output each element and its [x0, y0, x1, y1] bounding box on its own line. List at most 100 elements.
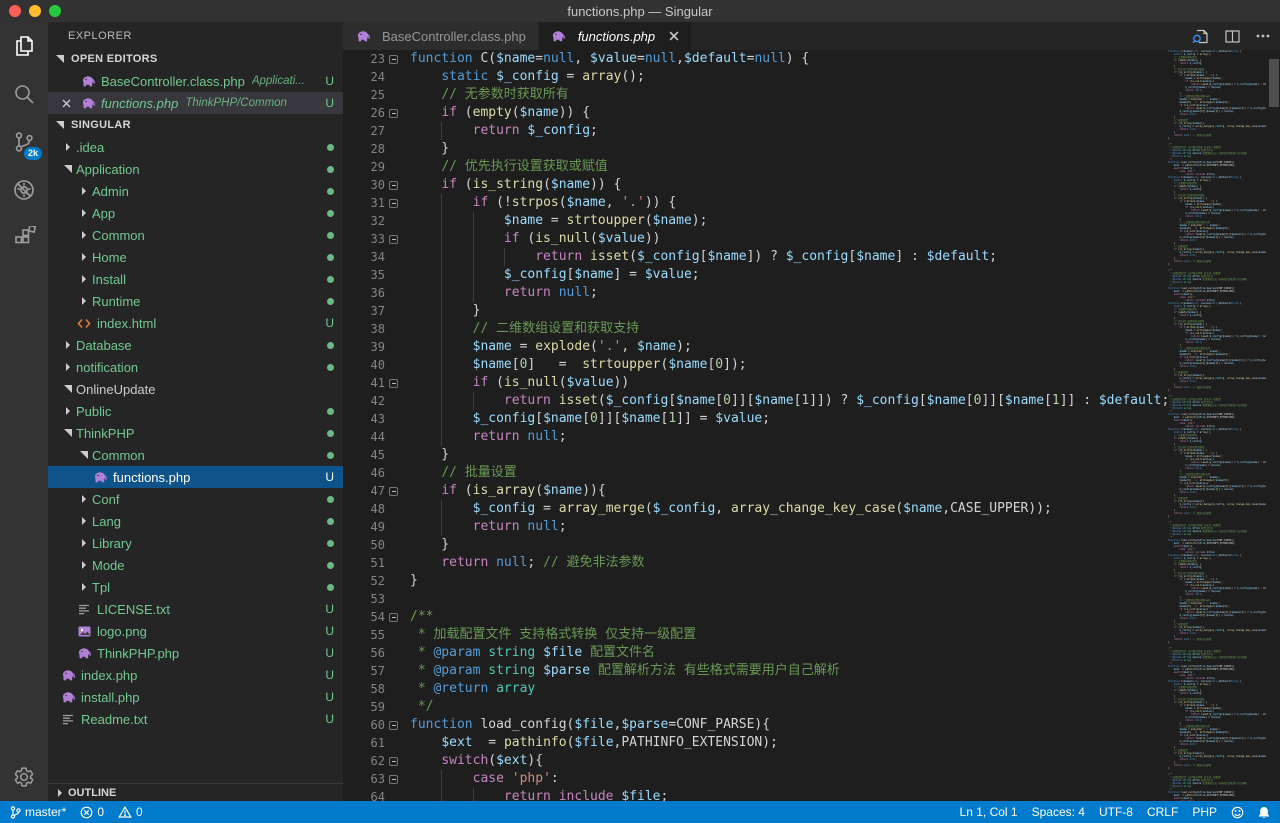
code-line-47[interactable]: 47 if (is_array($name)){: [343, 482, 1168, 500]
code-line-58[interactable]: 58 * @return array: [343, 680, 1168, 698]
tree-folder-database[interactable]: Database: [48, 334, 343, 356]
tree-file-index-php[interactable]: index.phpU: [48, 664, 343, 686]
code-line-55[interactable]: 55 * 加载配置文件 支持格式转换 仅支持一级配置: [343, 626, 1168, 644]
code-line-56[interactable]: 56 * @param string $file 配置文件名: [343, 644, 1168, 662]
tree-folder-notification[interactable]: notification: [48, 356, 343, 378]
tree-folder-app[interactable]: App: [48, 202, 343, 224]
code-line-46[interactable]: 46 // 批量设置: [343, 464, 1168, 482]
tree-file-install-php[interactable]: install.phpU: [48, 686, 343, 708]
tree-folder-application[interactable]: Application: [48, 158, 343, 180]
split-editor-icon[interactable]: [1225, 30, 1240, 43]
tree-file-license-txt[interactable]: LICENSE.txtU: [48, 598, 343, 620]
code-line-24[interactable]: 24 static $_config = array();: [343, 68, 1168, 86]
code-line-39[interactable]: 39 $name = explode('.', $name);: [343, 338, 1168, 356]
fold-icon[interactable]: [385, 55, 402, 64]
project-section-header[interactable]: SINGULAR: [48, 114, 343, 136]
status-git-branch[interactable]: master*: [10, 801, 66, 823]
code-line-45[interactable]: 45 }: [343, 446, 1168, 464]
fold-icon[interactable]: [385, 613, 402, 622]
activity-source-control-icon[interactable]: 2k: [0, 118, 48, 166]
code-line-29[interactable]: 29 // 优先执行设置获取或赋值: [343, 158, 1168, 176]
tree-file-logo-png[interactable]: logo.pngU: [48, 620, 343, 642]
open-changes-icon[interactable]: [1192, 29, 1209, 44]
fold-icon[interactable]: [385, 775, 402, 784]
tree-folder-common[interactable]: Common: [48, 224, 343, 246]
status-encoding[interactable]: UTF-8: [1099, 801, 1133, 823]
tree-folder-onlineupdate[interactable]: OnlineUpdate: [48, 378, 343, 400]
code-line-43[interactable]: 43 $_config[$name[0]][$name[1]] = $value…: [343, 410, 1168, 428]
code-line-36[interactable]: 36 return null;: [343, 284, 1168, 302]
open-editor-item[interactable]: functions.phpThinkPHP/CommonU: [48, 92, 343, 114]
code-line-40[interactable]: 40 $name[0] = strtoupper($name[0]);: [343, 356, 1168, 374]
tree-file-functions-php[interactable]: functions.phpU: [48, 466, 343, 488]
tree-folder-home[interactable]: Home: [48, 246, 343, 268]
code-line-37[interactable]: 37 }: [343, 302, 1168, 320]
code-line-28[interactable]: 28 }: [343, 140, 1168, 158]
tree-file-thinkphp-php[interactable]: ThinkPHP.phpU: [48, 642, 343, 664]
code-line-49[interactable]: 49 return null;: [343, 518, 1168, 536]
code-line-27[interactable]: 27 return $_config;: [343, 122, 1168, 140]
tree-folder-public[interactable]: Public: [48, 400, 343, 422]
activity-explorer-icon[interactable]: [0, 22, 48, 70]
close-tab-icon[interactable]: [669, 31, 679, 41]
tree-folder-runtime[interactable]: Runtime: [48, 290, 343, 312]
status-indentation[interactable]: Spaces: 4: [1032, 801, 1085, 823]
code-line-54[interactable]: 54/**: [343, 608, 1168, 626]
status-feedback[interactable]: [1231, 801, 1244, 823]
code-line-50[interactable]: 50 }: [343, 536, 1168, 554]
open-editors-header[interactable]: OPEN EDITORS: [48, 48, 343, 70]
tree-folder-lang[interactable]: Lang: [48, 510, 343, 532]
outline-section-header[interactable]: OUTLINE: [48, 783, 343, 801]
minimap[interactable]: function C($name=null, $value=null,$defa…: [1168, 50, 1266, 801]
fold-icon[interactable]: [385, 757, 402, 766]
code-line-60[interactable]: 60function load_config($file,$parse=CONF…: [343, 716, 1168, 734]
close-editor-icon[interactable]: [58, 99, 74, 108]
code-line-62[interactable]: 62 switch($ext){: [343, 752, 1168, 770]
code-line-48[interactable]: 48 $_config = array_merge($_config, arra…: [343, 500, 1168, 518]
zoom-window-button[interactable]: [49, 5, 61, 17]
tree-folder-admin[interactable]: Admin: [48, 180, 343, 202]
editor-scrollbar[interactable]: [1268, 50, 1280, 801]
code-line-32[interactable]: 32 $name = strtoupper($name);: [343, 212, 1168, 230]
tree-folder-install[interactable]: Install: [48, 268, 343, 290]
code-line-57[interactable]: 57 * @param string $parse 配置解析方法 有些格式需要用…: [343, 662, 1168, 680]
status-language-mode[interactable]: PHP: [1192, 801, 1217, 823]
scrollbar-thumb[interactable]: [1269, 59, 1279, 107]
tab-basecontroller[interactable]: BaseController.class.php: [343, 22, 538, 50]
code-line-38[interactable]: 38 // 二维数组设置和获取支持: [343, 320, 1168, 338]
code-line-53[interactable]: 53: [343, 590, 1168, 608]
tree-folder-tpl[interactable]: Tpl: [48, 576, 343, 598]
tree-folder-mode[interactable]: Mode: [48, 554, 343, 576]
code-line-34[interactable]: 34 return isset($_config[$name]) ? $_con…: [343, 248, 1168, 266]
code-line-35[interactable]: 35 $_config[$name] = $value;: [343, 266, 1168, 284]
code-line-63[interactable]: 63 case 'php':: [343, 770, 1168, 788]
tree-file-index-html[interactable]: index.htmlU: [48, 312, 343, 334]
fold-icon[interactable]: [385, 379, 402, 388]
code-line-41[interactable]: 41 if (is_null($value)): [343, 374, 1168, 392]
more-actions-icon[interactable]: [1256, 34, 1270, 38]
fold-icon[interactable]: [385, 109, 402, 118]
fold-icon[interactable]: [385, 199, 402, 208]
status-warnings[interactable]: 0: [118, 801, 143, 823]
tree-folder-common[interactable]: Common: [48, 444, 343, 466]
tree-folder--idea[interactable]: .idea: [48, 136, 343, 158]
activity-extensions-icon[interactable]: [0, 214, 48, 262]
code-area[interactable]: 23function C($name=null, $value=null,$de…: [343, 50, 1168, 801]
fold-icon[interactable]: [385, 721, 402, 730]
activity-search-icon[interactable]: [0, 70, 48, 118]
status-errors[interactable]: 0: [80, 801, 104, 823]
activity-settings-icon[interactable]: [0, 753, 48, 801]
fold-icon[interactable]: [385, 235, 402, 244]
code-line-26[interactable]: 26 if (empty($name)) {: [343, 104, 1168, 122]
activity-debug-icon[interactable]: [0, 166, 48, 214]
minimize-window-button[interactable]: [29, 5, 41, 17]
code-line-25[interactable]: 25 // 无参数时获取所有: [343, 86, 1168, 104]
open-editor-item[interactable]: BaseController.class.phpApplicati...U: [48, 70, 343, 92]
status-notifications[interactable]: [1258, 801, 1270, 823]
code-line-42[interactable]: 42 return isset($_config[$name[0]][$name…: [343, 392, 1168, 410]
status-cursor-position[interactable]: Ln 1, Col 1: [960, 801, 1018, 823]
code-line-31[interactable]: 31 if (!strpos($name, '.')) {: [343, 194, 1168, 212]
code-line-59[interactable]: 59 */: [343, 698, 1168, 716]
code-line-23[interactable]: 23function C($name=null, $value=null,$de…: [343, 50, 1168, 68]
code-line-61[interactable]: 61 $ext = pathinfo($file,PATHINFO_EXTENS…: [343, 734, 1168, 752]
